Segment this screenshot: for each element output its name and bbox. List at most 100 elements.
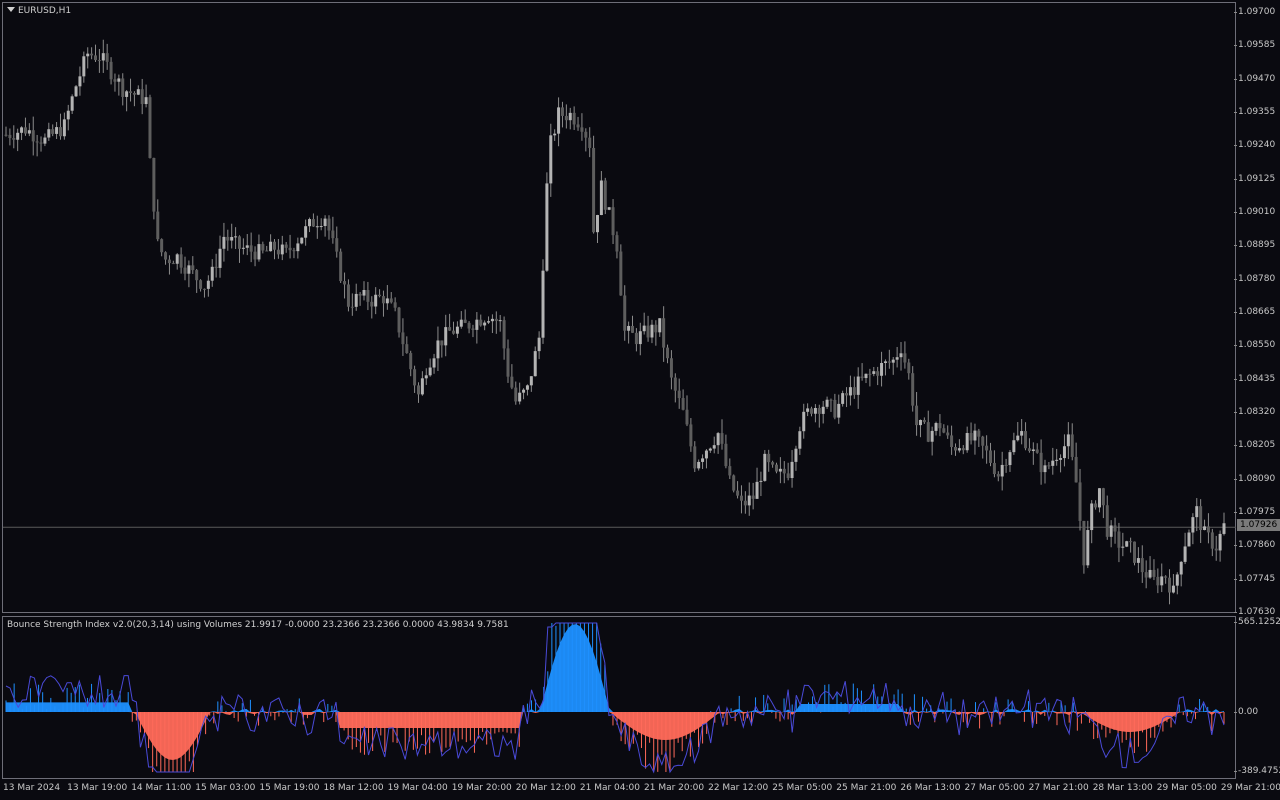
candle-body [829, 399, 833, 401]
candle-body [716, 433, 720, 446]
candle-body [1086, 530, 1090, 566]
candle-body [638, 331, 642, 345]
candle-body [934, 423, 938, 431]
time-tick-label: 27 Mar 05:00 [964, 783, 1025, 793]
candle-body [1168, 577, 1172, 593]
candle-body [1082, 520, 1086, 566]
candle-body [724, 443, 728, 467]
candle-body [424, 375, 428, 379]
candle-body [642, 325, 646, 332]
candle-body [646, 325, 650, 338]
time-tick-label: 25 Mar 05:00 [772, 783, 833, 793]
candle-body [292, 250, 296, 252]
candle-body [798, 431, 802, 449]
candle-body [778, 468, 782, 472]
candle-body [183, 267, 187, 274]
candle-body [989, 450, 993, 463]
candle-body [234, 236, 238, 238]
candle-body [868, 373, 872, 375]
candle-body [774, 464, 778, 472]
candle-body [903, 353, 907, 363]
time-tick-label: 14 Mar 11:00 [131, 783, 192, 793]
candle-body [109, 61, 113, 80]
candle-body [631, 325, 635, 333]
candle-body [883, 361, 887, 363]
candle-body [346, 284, 350, 307]
candle-body [311, 219, 315, 227]
time-tick-label: 26 Mar 13:00 [900, 783, 961, 793]
candle-body [957, 448, 961, 451]
candle-body [1152, 569, 1156, 577]
candle-body [1129, 541, 1133, 543]
candle-body [444, 327, 448, 346]
candle-body [397, 307, 401, 333]
candle-body [564, 115, 568, 121]
candle-body [860, 376, 864, 379]
candle-body [1043, 465, 1047, 473]
price-tick-label: 1.09585 [1233, 40, 1276, 51]
time-tick-label: 19 Mar 04:00 [387, 783, 448, 793]
candle-body [315, 226, 319, 228]
candle-body [483, 322, 487, 326]
candle-body [1047, 465, 1051, 467]
candle-body [70, 96, 74, 111]
candle-body [549, 135, 553, 184]
candle-body [121, 78, 125, 97]
candle-body [1074, 456, 1078, 483]
candle-body [432, 358, 436, 368]
candle-body [1113, 525, 1117, 532]
candle-body [269, 241, 273, 252]
candle-body [1051, 460, 1055, 466]
candle-body [961, 448, 965, 451]
candle-body [669, 358, 673, 378]
candle-body [1101, 488, 1105, 506]
candle-body [1024, 431, 1028, 449]
candle-body [459, 319, 463, 327]
candle-body [358, 293, 362, 296]
candle-body [1171, 585, 1175, 593]
candle-body [97, 60, 101, 62]
candle-body [23, 127, 27, 134]
price-scale[interactable] [1237, 0, 1280, 800]
candle-body [580, 127, 584, 132]
price-tick-label: 1.07860 [1233, 540, 1276, 551]
candle-body [206, 280, 210, 289]
candle-body [253, 251, 257, 260]
candle-body [627, 325, 631, 331]
candle-body [1206, 526, 1210, 533]
candle-body [767, 453, 771, 463]
candle-body [66, 110, 70, 120]
candle-body [588, 137, 592, 148]
candle-body [257, 244, 261, 260]
candle-body [673, 377, 677, 391]
candle-body [117, 78, 121, 82]
candle-body [1195, 506, 1199, 518]
candle-body [623, 295, 627, 331]
candle-body [708, 448, 712, 451]
time-tick-label: 13 Mar 2024 [3, 783, 61, 793]
candle-body [420, 378, 424, 395]
candle-body [763, 453, 767, 481]
candle-body [179, 254, 183, 268]
time-tick-label: 21 Mar 20:00 [644, 783, 705, 793]
candle-body [58, 127, 62, 137]
candle-body [755, 481, 759, 499]
candle-body [911, 373, 915, 406]
candle-body [922, 419, 926, 423]
candle-body [440, 340, 444, 346]
candle-body [296, 243, 300, 252]
candle-body [498, 320, 502, 322]
time-tick-label: 22 Mar 12:00 [708, 783, 769, 793]
candle-body [541, 270, 545, 338]
indicator-tick-label: 565.1252 [1234, 617, 1280, 627]
candle-body [895, 357, 899, 360]
candle-body [662, 318, 666, 348]
price-tick-label: 1.08435 [1233, 373, 1276, 384]
candle-body [603, 180, 607, 210]
candle-body [12, 138, 16, 140]
candle-body [1140, 558, 1144, 573]
candle-body [1070, 434, 1074, 457]
candle-body [1117, 531, 1121, 548]
candle-body [378, 294, 382, 297]
candle-body [350, 306, 354, 308]
